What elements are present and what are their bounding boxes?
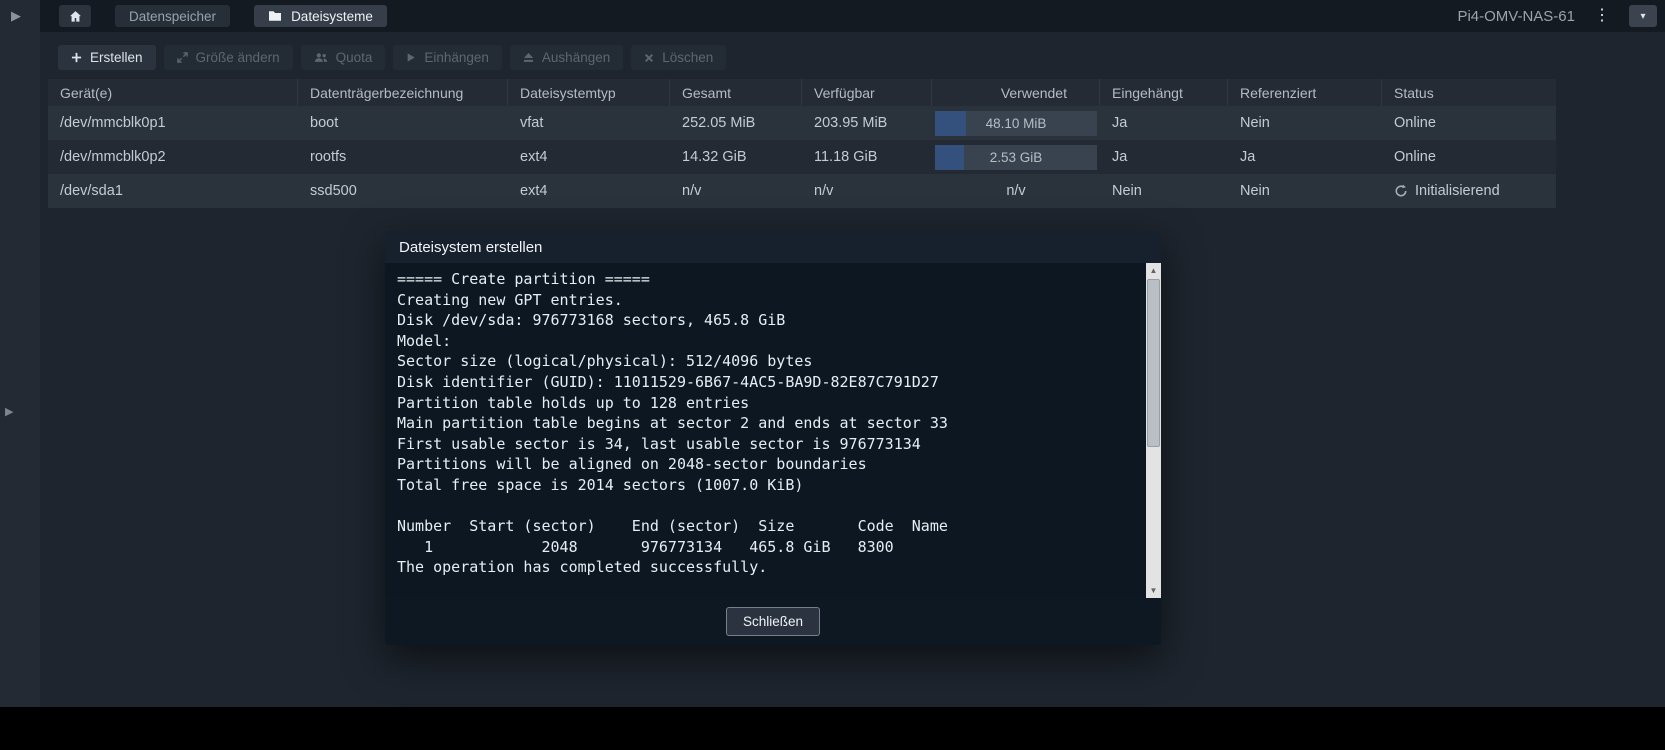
- close-dialog-button[interactable]: Schließen: [726, 607, 820, 636]
- eject-icon: [523, 52, 534, 63]
- column-header-device[interactable]: Gerät(e): [48, 79, 298, 106]
- create-button[interactable]: Erstellen: [58, 45, 156, 70]
- resize-icon: [177, 52, 188, 63]
- table-row-mmcblk0p1[interactable]: /dev/mmcblk0p1 boot vfat 252.05 MiB 203.…: [48, 106, 1556, 140]
- cell-total: 252.05 MiB: [670, 106, 802, 140]
- column-header-total[interactable]: Gesamt: [670, 79, 802, 106]
- cell-mounted: Ja: [1100, 106, 1228, 140]
- console-scrollbar[interactable]: ▲ ▼: [1146, 263, 1161, 598]
- folder-icon: [268, 10, 282, 22]
- close-icon: [644, 53, 654, 63]
- tab-dateisysteme[interactable]: Dateisysteme: [254, 5, 387, 27]
- table-row-mmcblk0p2[interactable]: /dev/mmcblk0p2 rootfs ext4 14.32 GiB 11.…: [48, 140, 1556, 174]
- used-value: 2.53 GiB: [990, 150, 1043, 165]
- mount-button[interactable]: Einhängen: [393, 45, 502, 70]
- cell-available: 11.18 GiB: [802, 140, 932, 174]
- caret-down-icon: ▾: [1640, 11, 1645, 22]
- sidebar-expand-icon[interactable]: ▶: [11, 9, 21, 22]
- resize-button[interactable]: Größe ändern: [164, 45, 293, 70]
- users-icon: [314, 52, 328, 63]
- scrollbar-thumb[interactable]: [1147, 279, 1160, 447]
- cell-referenced: Ja: [1228, 140, 1382, 174]
- kebab-menu-icon: ⋮: [1594, 7, 1610, 24]
- play-icon: [406, 52, 416, 63]
- cell-referenced: Nein: [1228, 106, 1382, 140]
- cell-available: 203.95 MiB: [802, 106, 932, 140]
- used-progressbar: 48.10 MiB: [935, 111, 1097, 136]
- hostname: Pi4-OMV-NAS-61: [1457, 8, 1575, 25]
- sidebar-expander-icon[interactable]: ▶: [5, 407, 13, 418]
- tab-label: Dateisysteme: [291, 9, 373, 24]
- tab-label: Datenspeicher: [129, 9, 216, 24]
- button-label: Löschen: [662, 50, 713, 65]
- cell-fstype: ext4: [508, 174, 670, 208]
- button-label: Einhängen: [424, 50, 489, 65]
- cell-device: /dev/mmcblk0p2: [48, 140, 298, 174]
- column-header-referenced[interactable]: Referenziert: [1228, 79, 1382, 106]
- cell-status: Online: [1382, 140, 1556, 174]
- bottom-black-band: [0, 707, 1665, 750]
- cell-fstype: vfat: [508, 106, 670, 140]
- column-header-status[interactable]: Status: [1382, 79, 1556, 106]
- cell-total: 14.32 GiB: [670, 140, 802, 174]
- cell-mounted: Nein: [1100, 174, 1228, 208]
- filesystem-toolbar: Erstellen Größe ändern Quota Einhängen A…: [58, 45, 726, 70]
- dialog-title: Dateisystem erstellen: [385, 231, 1161, 263]
- table-row-sda1[interactable]: /dev/sda1 ssd500 ext4 n/v n/v n/v Nein N…: [48, 174, 1556, 208]
- cell-referenced: Nein: [1228, 174, 1382, 208]
- button-label: Erstellen: [90, 50, 143, 65]
- column-header-fstype[interactable]: Dateisystemtyp: [508, 79, 670, 106]
- kebab-menu-button[interactable]: ⋮: [1591, 5, 1613, 27]
- cell-status: Initialisierend: [1382, 174, 1556, 208]
- column-header-mounted[interactable]: Eingehängt: [1100, 79, 1228, 106]
- column-header-used[interactable]: Verwendet: [932, 79, 1100, 106]
- scroll-up-icon[interactable]: ▲: [1146, 263, 1161, 278]
- cell-status: Online: [1382, 106, 1556, 140]
- cell-device: /dev/mmcblk0p1: [48, 106, 298, 140]
- cell-available: n/v: [802, 174, 932, 208]
- used-progress-fill: [935, 145, 964, 170]
- button-label: Größe ändern: [196, 50, 280, 65]
- column-header-label[interactable]: Datenträgerbezeichnung: [298, 79, 508, 106]
- spinner-icon: [1394, 184, 1408, 198]
- plus-icon: [71, 52, 82, 63]
- topbar-right: Pi4-OMV-NAS-61 ⋮ ▾: [1457, 5, 1657, 27]
- left-sidebar-rail: ▶ ▶: [0, 0, 40, 707]
- filesystem-table: Gerät(e) Datenträgerbezeichnung Dateisys…: [48, 79, 1556, 208]
- home-icon: [68, 9, 83, 24]
- home-button[interactable]: [59, 5, 91, 27]
- cell-used: n/v: [932, 174, 1100, 208]
- button-label: Aushängen: [542, 50, 610, 65]
- cell-used: 48.10 MiB: [932, 106, 1100, 140]
- topbar: Datenspeicher Dateisysteme Pi4-OMV-NAS-6…: [40, 0, 1665, 32]
- user-dropdown-button[interactable]: ▾: [1629, 5, 1657, 27]
- cell-label: ssd500: [298, 174, 508, 208]
- cell-total: n/v: [670, 174, 802, 208]
- console-area: ===== Create partition ===== Creating ne…: [385, 263, 1161, 598]
- status-text: Initialisierend: [1415, 183, 1500, 199]
- console-output: ===== Create partition ===== Creating ne…: [385, 263, 1161, 598]
- cell-label: boot: [298, 106, 508, 140]
- create-filesystem-dialog: Dateisystem erstellen ===== Create parti…: [385, 231, 1161, 645]
- scroll-down-icon[interactable]: ▼: [1146, 583, 1161, 598]
- button-label: Quota: [336, 50, 373, 65]
- cell-mounted: Ja: [1100, 140, 1228, 174]
- cell-device: /dev/sda1: [48, 174, 298, 208]
- cell-label: rootfs: [298, 140, 508, 174]
- unmount-button[interactable]: Aushängen: [510, 45, 623, 70]
- cell-used: 2.53 GiB: [932, 140, 1100, 174]
- quota-button[interactable]: Quota: [301, 45, 386, 70]
- tab-datenspeicher[interactable]: Datenspeicher: [115, 5, 230, 27]
- cell-fstype: ext4: [508, 140, 670, 174]
- used-progress-fill: [935, 111, 966, 136]
- used-progressbar: 2.53 GiB: [935, 145, 1097, 170]
- column-header-available[interactable]: Verfügbar: [802, 79, 932, 106]
- dialog-footer: Schließen: [385, 598, 1161, 645]
- used-value: 48.10 MiB: [986, 116, 1047, 131]
- table-header-row: Gerät(e) Datenträgerbezeichnung Dateisys…: [48, 79, 1556, 106]
- delete-button[interactable]: Löschen: [631, 45, 726, 70]
